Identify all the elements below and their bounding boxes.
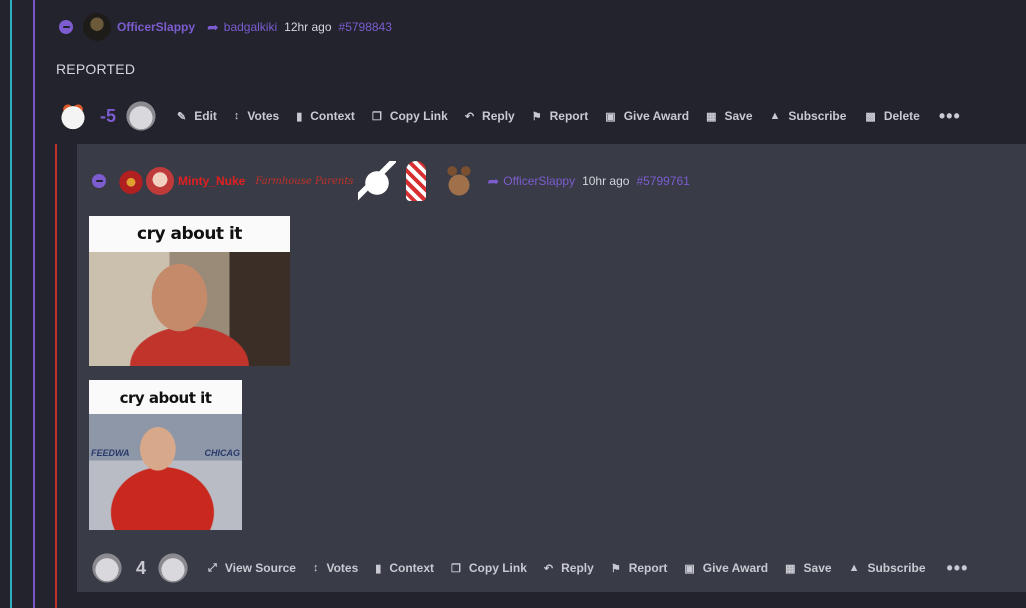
thread-line-teal xyxy=(10,0,12,608)
comment-timestamp: 12hr ago xyxy=(284,20,332,34)
context-button[interactable]: ▮ Context xyxy=(296,109,355,123)
trash-icon: ▩ xyxy=(865,110,876,123)
comment-score: -5 xyxy=(100,105,117,126)
reply-button[interactable]: ↶ Reply xyxy=(544,561,594,575)
edit-button[interactable]: ✎ Edit xyxy=(177,109,217,123)
share-arrow-icon: ➦ xyxy=(487,172,500,189)
badge-icon xyxy=(118,168,144,194)
reply-arrow-icon: ↶ xyxy=(543,562,554,575)
reply-to-user-link[interactable]: OfficerSlappy xyxy=(503,174,575,188)
votes-button[interactable]: ↕ Votes xyxy=(234,109,279,123)
user-flair: Farmhouse Parents xyxy=(255,175,354,187)
up-down-arrows-icon: ↕ xyxy=(312,562,319,574)
flag-icon: ⚑ xyxy=(610,562,621,575)
subscribe-button[interactable]: ▲ Subscribe xyxy=(770,109,847,123)
context-button[interactable]: ▮ Context xyxy=(375,561,434,575)
bell-icon: ▲ xyxy=(848,562,860,574)
banner-text-right: CHICAG xyxy=(204,448,241,458)
comment-image[interactable]: cry about it FEEDWA CHICAG xyxy=(89,380,242,530)
image-caption: cry about it xyxy=(89,380,242,414)
upvote-button[interactable] xyxy=(90,551,124,585)
save-button[interactable]: ▦ Save xyxy=(785,561,831,575)
username-link[interactable]: OfficerSlappy xyxy=(117,20,195,34)
flag-icon: ⚑ xyxy=(531,110,542,123)
user-avatar[interactable] xyxy=(83,13,111,41)
up-down-arrows-icon: ↕ xyxy=(233,110,240,122)
ellipsis-icon[interactable]: ••• xyxy=(939,107,961,125)
banner-text-left: FEEDWA xyxy=(91,448,130,458)
reply-comment-header: Minty_Nuke Farmhouse Parents ➦ OfficerSl… xyxy=(92,161,690,201)
give-award-button[interactable]: ▣ Give Award xyxy=(684,561,768,575)
comment-body: REPORTED xyxy=(56,61,136,77)
image-caption: cry about it xyxy=(89,216,290,252)
delete-button[interactable]: ▩ Delete xyxy=(865,109,919,123)
save-button[interactable]: ▦ Save xyxy=(706,109,752,123)
comment-image[interactable]: cry about it xyxy=(89,216,290,366)
copy-link-button[interactable]: ❐ Copy Link xyxy=(372,109,448,123)
floppy-disk-icon: ▦ xyxy=(706,110,717,123)
gift-icon: ▣ xyxy=(605,110,616,123)
image-photo: FEEDWA CHICAG xyxy=(89,414,242,530)
votes-button[interactable]: ↕ Votes xyxy=(313,561,358,575)
subscribe-button[interactable]: ▲ Subscribe xyxy=(849,561,926,575)
book-icon: ▮ xyxy=(375,562,382,575)
ellipsis-icon[interactable]: ••• xyxy=(947,559,969,577)
downvote-button[interactable] xyxy=(124,99,159,133)
user-avatar[interactable] xyxy=(146,167,174,195)
report-button[interactable]: ⚑ Report xyxy=(611,561,668,575)
collapse-icon[interactable] xyxy=(92,174,106,188)
share-arrow-icon: ➦ xyxy=(207,18,219,35)
reply-button[interactable]: ↶ Reply xyxy=(465,109,515,123)
collapse-icon[interactable] xyxy=(59,20,73,34)
parent-comment-header: OfficerSlappy ➦ badgalkiki 12hr ago #579… xyxy=(59,13,392,41)
thread-line-red[interactable] xyxy=(55,144,57,608)
reply-arrow-icon: ↶ xyxy=(464,110,475,123)
upvote-button[interactable] xyxy=(56,99,90,133)
comment-permalink-id[interactable]: #5799761 xyxy=(636,174,689,188)
copy-icon: ❐ xyxy=(371,110,382,123)
comment-score: 4 xyxy=(136,557,147,578)
reindeer-icon xyxy=(441,161,476,201)
copy-link-button[interactable]: ❐ Copy Link xyxy=(451,561,527,575)
floppy-disk-icon: ▦ xyxy=(785,562,796,575)
image-photo xyxy=(89,252,290,366)
report-button[interactable]: ⚑ Report xyxy=(532,109,589,123)
give-award-button[interactable]: ▣ Give Award xyxy=(605,109,689,123)
reply-to-user-link[interactable]: badgalkiki xyxy=(224,20,277,34)
downvote-button[interactable] xyxy=(156,551,191,585)
expand-arrows-icon: ⤢ xyxy=(208,561,217,574)
parent-action-bar: -5 ✎ Edit ↕ Votes ▮ Context ❐ Copy Link ↶ Rep… xyxy=(56,97,961,135)
candy-cane-icon xyxy=(405,161,426,201)
copy-icon: ❐ xyxy=(451,562,461,575)
gift-icon: ▣ xyxy=(684,562,695,575)
book-icon: ▮ xyxy=(296,110,303,123)
cat-sticker-icon xyxy=(357,161,396,201)
pencil-icon: ✎ xyxy=(177,110,187,123)
reply-action-bar: 4 ⤢ View Source ↕ Votes ▮ Context ❐ Copy Lin… xyxy=(90,548,968,588)
comment-permalink-id[interactable]: #5798843 xyxy=(339,20,392,34)
view-source-button[interactable]: ⤢ View Source xyxy=(208,561,296,575)
thread-line-purple[interactable] xyxy=(33,0,35,608)
username-link[interactable]: Minty_Nuke xyxy=(178,174,245,188)
comment-timestamp: 10hr ago xyxy=(582,174,630,188)
bell-icon: ▲ xyxy=(769,110,781,122)
